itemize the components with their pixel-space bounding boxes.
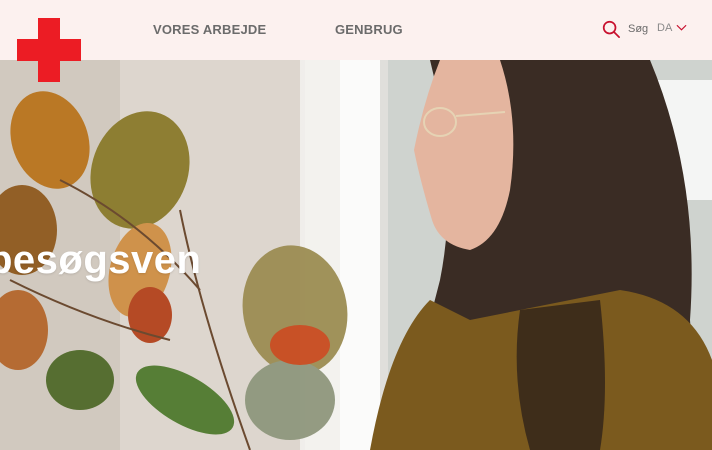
search-button[interactable]: Søg — [602, 19, 648, 39]
red-cross-logo[interactable] — [17, 18, 81, 82]
logo-cross-horizontal — [17, 39, 81, 61]
nav-genbrug[interactable]: GENBRUG — [335, 22, 403, 37]
search-icon — [602, 20, 620, 38]
hero-title: besøgsven — [0, 238, 202, 282]
chevron-down-icon — [676, 24, 687, 31]
site-header: VORES ARBEJDE GENBRUG Søg DA — [0, 0, 712, 82]
language-label: DA — [657, 22, 673, 34]
language-selector[interactable]: DA — [657, 22, 687, 34]
hero-image: besøgsven — [0, 60, 712, 450]
search-label: Søg — [628, 23, 649, 35]
nav-vores-arbejde[interactable]: VORES ARBEJDE — [153, 22, 266, 37]
